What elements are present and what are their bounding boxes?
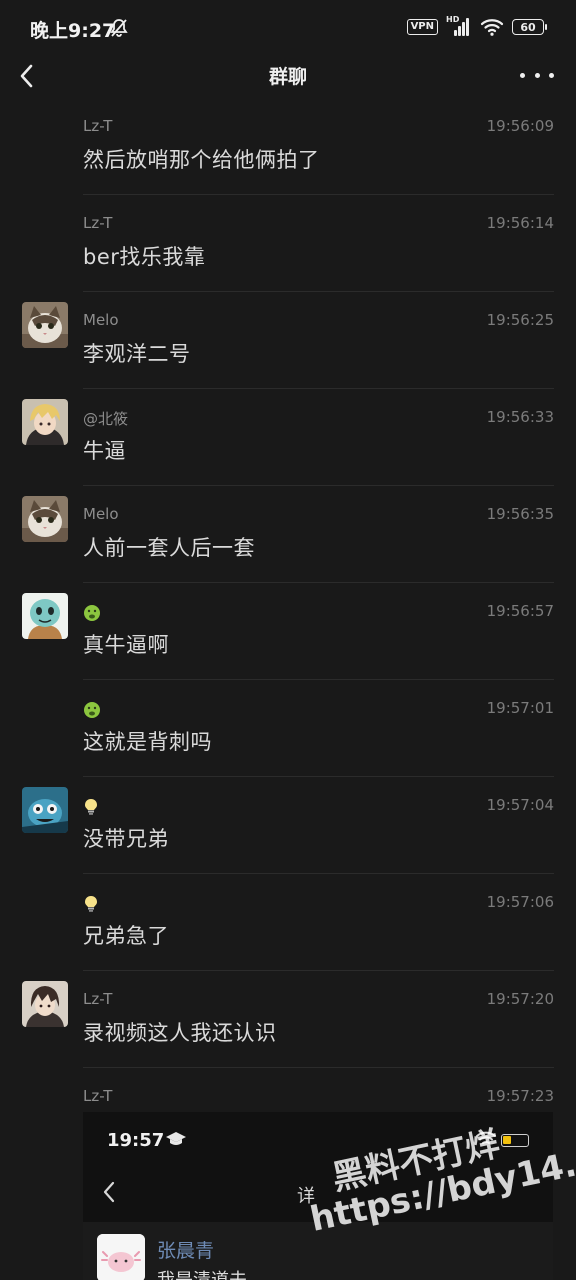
- screenshot-contact-name: 张晨青: [157, 1240, 215, 1262]
- message-time: 19:56:14: [486, 214, 554, 232]
- message-item[interactable]: 19:57:06 兄弟急了: [0, 874, 576, 971]
- message-text: 然后放哨那个给他俩拍了: [83, 148, 320, 172]
- message-item[interactable]: Lz-T 19:56:09 然后放哨那个给他俩拍了: [0, 98, 576, 195]
- status-indicators: VPN HD 60: [406, 15, 547, 38]
- graduation-cap-icon: [166, 1132, 186, 1145]
- message-text: 没带兄弟: [83, 827, 169, 851]
- message-text: 李观洋二号: [83, 342, 191, 366]
- chat-screen: 晚上9:27 VPN HD 60 群聊 Lz-T 19:56:09 然后放哨那个…: [0, 0, 576, 1280]
- message-text: ber找乐我靠: [83, 245, 206, 269]
- message-time: 19:56:09: [486, 117, 554, 135]
- screenshot-battery-icon: [501, 1134, 529, 1147]
- more-dot-icon: [534, 72, 540, 78]
- screenshot-back-icon: [103, 1181, 115, 1203]
- pink-axolotl-avatar: [97, 1234, 145, 1280]
- message-item[interactable]: 19:57:04 没带兄弟: [0, 777, 576, 874]
- nauseated-face-emoji-icon: [84, 702, 100, 718]
- more-options-button[interactable]: [520, 62, 554, 88]
- more-dot-icon: [520, 72, 525, 78]
- screenshot-time: 19:57: [107, 1130, 165, 1151]
- light-bulb-emoji-icon: [85, 799, 97, 815]
- cellular-signal-icon: HD: [446, 15, 472, 37]
- vpn-badge: VPN: [406, 19, 438, 35]
- sender-name: Lz-T: [83, 990, 113, 1008]
- blond-anime-avatar[interactable]: [22, 399, 68, 445]
- message-text: 真牛逼啊: [83, 633, 169, 657]
- message-time: 19:57:04: [486, 796, 554, 814]
- message-time: 19:56:25: [486, 311, 554, 329]
- message-text: 录视频这人我还认识: [83, 1021, 277, 1045]
- hd-label: HD: [446, 15, 460, 24]
- image-message-item[interactable]: Lz-T 19:57:23 19:57 详 张晨青: [0, 1068, 576, 1280]
- screenshot-contact-text: 我是清道夫: [157, 1266, 247, 1280]
- message-item[interactable]: Melo 19:56:35 人前一套人后一套: [0, 486, 576, 583]
- turtle-avatar[interactable]: [22, 593, 68, 639]
- wifi-icon: [476, 1131, 496, 1144]
- nauseated-face-emoji-icon: [84, 605, 100, 621]
- message-item[interactable]: @北筱 19:56:33 牛逼: [0, 389, 576, 486]
- cat-avatar[interactable]: [22, 302, 68, 348]
- message-item[interactable]: Melo 19:56:25 李观洋二号: [0, 292, 576, 389]
- wifi-icon: [480, 19, 504, 36]
- message-item[interactable]: Lz-T 19:57:20 录视频这人我还认识: [0, 971, 576, 1068]
- sender-name: @北筱: [83, 410, 129, 428]
- message-time: 19:56:35: [486, 505, 554, 523]
- sender-name: Lz-T: [83, 117, 113, 135]
- dark-hair-anime-avatar[interactable]: [22, 981, 68, 1027]
- status-time: 晚上9:27: [30, 20, 116, 42]
- battery-indicator: 60: [512, 19, 547, 35]
- message-time: 19:57:01: [486, 699, 554, 717]
- message-text: 人前一套人后一套: [83, 536, 255, 560]
- title-bar: 群聊: [0, 54, 576, 98]
- message-time: 19:56:57: [486, 602, 554, 620]
- muted-bell-icon: [110, 19, 128, 37]
- message-list: Lz-T 19:56:09 然后放哨那个给他俩拍了 Lz-T 19:56:14 …: [0, 98, 576, 1280]
- sender-name: Melo: [83, 505, 119, 523]
- blue-cartoon-avatar[interactable]: [22, 787, 68, 833]
- message-time: 19:56:33: [486, 408, 554, 426]
- sender-name: Melo: [83, 311, 119, 329]
- light-bulb-emoji-icon: [85, 896, 97, 912]
- message-text: 兄弟急了: [83, 924, 169, 948]
- more-dot-icon: [549, 72, 554, 78]
- page-title: 群聊: [268, 66, 307, 88]
- message-item[interactable]: Lz-T 19:56:14 ber找乐我靠: [0, 195, 576, 292]
- message-item[interactable]: 19:56:57 真牛逼啊: [0, 583, 576, 680]
- screenshot-detail-label: 详: [297, 1186, 315, 1207]
- message-text: 牛逼: [83, 439, 126, 463]
- message-item[interactable]: 19:57:01 这就是背刺吗: [0, 680, 576, 777]
- screenshot-contact-card: 张晨青 我是清道夫: [83, 1222, 553, 1280]
- message-time: 19:57:23: [486, 1087, 554, 1105]
- sender-name: Lz-T: [83, 1087, 113, 1105]
- message-time: 19:57:20: [486, 990, 554, 1008]
- sender-name: Lz-T: [83, 214, 113, 232]
- message-text: 这就是背刺吗: [83, 730, 212, 754]
- status-bar: 晚上9:27 VPN HD 60: [0, 0, 576, 54]
- screenshot-image[interactable]: 19:57 详 张晨青: [83, 1112, 553, 1280]
- cat-avatar[interactable]: [22, 496, 68, 542]
- message-time: 19:57:06: [486, 893, 554, 911]
